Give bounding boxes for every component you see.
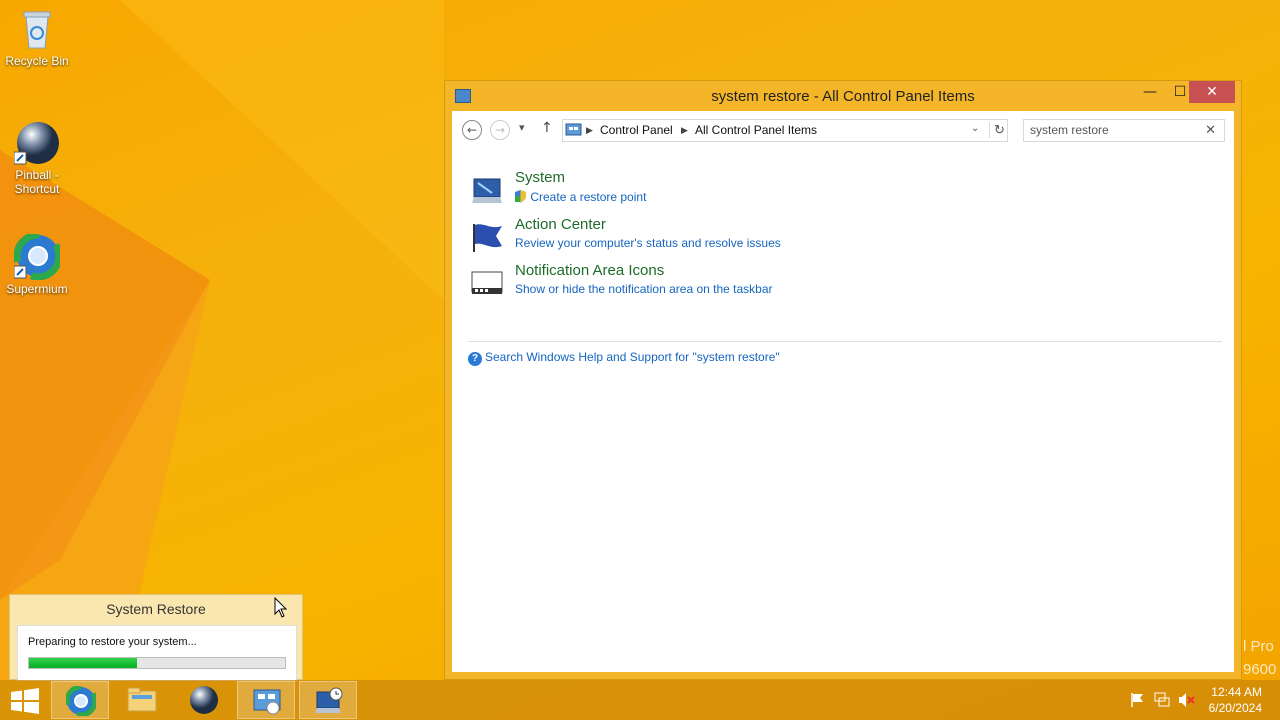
action-center-flag-icon bbox=[473, 224, 502, 252]
volume-muted-icon[interactable] bbox=[1178, 692, 1196, 708]
refresh-button[interactable]: ↻ bbox=[989, 122, 1005, 138]
result-link[interactable]: Show or hide the notification area on th… bbox=[515, 282, 773, 296]
address-dropdown-icon[interactable]: ⌄ bbox=[971, 123, 979, 134]
address-bar[interactable]: ▶ Control Panel ▶ All Control Panel Item… bbox=[562, 119, 1008, 142]
desktop-icon-label: Supermium bbox=[6, 282, 68, 296]
restore-progress-fill bbox=[29, 658, 137, 668]
result-link[interactable]: Create a restore point bbox=[514, 189, 646, 204]
help-icon: ? bbox=[468, 352, 482, 366]
taskbar-pinball[interactable] bbox=[175, 681, 233, 719]
clear-search-icon[interactable]: ✕ bbox=[1205, 122, 1216, 138]
desktop-icon-label: Pinball - Shortcut bbox=[14, 168, 60, 196]
breadcrumb-all-items[interactable]: All Control Panel Items bbox=[695, 123, 817, 137]
desktop-icon-supermium[interactable]: Supermium bbox=[0, 231, 74, 296]
folder-icon bbox=[127, 687, 157, 712]
edition-watermark: l Pro bbox=[1243, 638, 1274, 655]
taskbar-clock[interactable]: 12:44 AM 6/20/2024 bbox=[1209, 684, 1262, 716]
windows-logo-icon bbox=[11, 688, 39, 714]
network-icon[interactable] bbox=[1154, 692, 1170, 708]
desktop-icon-label: Recycle Bin bbox=[5, 54, 69, 68]
taskbar-system-restore[interactable] bbox=[299, 681, 357, 719]
results-divider bbox=[468, 341, 1222, 342]
wallpaper-shape bbox=[0, 0, 444, 680]
restore-progress-bar bbox=[28, 657, 286, 669]
supermium-browser-icon bbox=[66, 686, 96, 716]
breadcrumb-control-panel[interactable]: Control Panel bbox=[600, 123, 673, 137]
build-watermark: 9600 bbox=[1243, 661, 1277, 678]
taskbar-control-panel[interactable] bbox=[237, 681, 295, 719]
close-button[interactable]: ✕ bbox=[1189, 81, 1235, 103]
help-search-link[interactable]: ? Search Windows Help and Support for "sy… bbox=[468, 350, 780, 366]
result-title[interactable]: Notification Area Icons bbox=[515, 262, 664, 279]
supermium-browser-icon bbox=[13, 231, 63, 281]
desktop-icon-recycle-bin[interactable]: Recycle Bin bbox=[0, 6, 74, 68]
minimize-button[interactable]: — bbox=[1135, 81, 1165, 103]
pinball-ball-icon bbox=[190, 686, 218, 714]
action-center-flag-icon[interactable] bbox=[1130, 692, 1146, 708]
system-restore-dialog: System Restore Preparing to restore your… bbox=[9, 594, 303, 681]
mouse-cursor-icon bbox=[274, 597, 288, 618]
clock-date: 6/20/2024 bbox=[1208, 701, 1262, 715]
control-panel-icon bbox=[253, 689, 281, 715]
window-content: ← → ▾ ↑ ▶ Control Panel ▶ All Control Pa… bbox=[452, 111, 1234, 672]
desktop-icon-pinball[interactable]: Pinball - Shortcut bbox=[0, 120, 74, 196]
control-panel-window: system restore - All Control Panel Items… bbox=[444, 80, 1242, 680]
start-button[interactable] bbox=[0, 681, 50, 719]
result-link-text[interactable]: Create a restore point bbox=[530, 190, 646, 204]
restore-status-text: Preparing to restore your system... bbox=[28, 636, 197, 648]
uac-shield-icon bbox=[515, 190, 526, 203]
taskbar-file-explorer[interactable] bbox=[113, 681, 171, 719]
taskbar: 12:44 AM 6/20/2024 bbox=[0, 680, 1280, 720]
forward-button[interactable]: → bbox=[490, 120, 510, 140]
breadcrumb-separator-icon: ▶ bbox=[681, 125, 688, 135]
clock-time: 12:44 AM bbox=[1211, 685, 1262, 699]
recycle-bin-icon bbox=[14, 6, 60, 52]
recent-locations-dropdown[interactable]: ▾ bbox=[519, 121, 525, 134]
dialog-body: Preparing to restore your system... bbox=[17, 625, 297, 681]
search-input-value: system restore bbox=[1030, 123, 1109, 137]
system-restore-icon bbox=[315, 687, 343, 713]
result-title[interactable]: System bbox=[515, 169, 565, 186]
help-link-text[interactable]: Search Windows Help and Support for "sys… bbox=[485, 350, 780, 364]
up-button[interactable]: ↑ bbox=[541, 120, 553, 136]
notification-area-icon bbox=[471, 271, 503, 294]
navigation-bar: ← → ▾ ↑ ▶ Control Panel ▶ All Control Pa… bbox=[452, 111, 1234, 149]
window-title: system restore - All Control Panel Items bbox=[711, 88, 975, 105]
taskbar-supermium[interactable] bbox=[51, 681, 109, 719]
pinball-ball-icon bbox=[13, 120, 60, 166]
breadcrumb-separator-icon: ▶ bbox=[586, 125, 593, 135]
back-button[interactable]: ← bbox=[462, 120, 482, 140]
system-icon bbox=[472, 178, 502, 203]
control-panel-icon bbox=[565, 123, 582, 136]
search-input[interactable]: system restore ✕ bbox=[1023, 119, 1225, 142]
result-title[interactable]: Action Center bbox=[515, 216, 606, 233]
result-link[interactable]: Review your computer's status and resolv… bbox=[515, 236, 781, 250]
window-titlebar[interactable]: system restore - All Control Panel Items… bbox=[445, 81, 1241, 113]
dialog-title: System Restore bbox=[106, 601, 206, 617]
